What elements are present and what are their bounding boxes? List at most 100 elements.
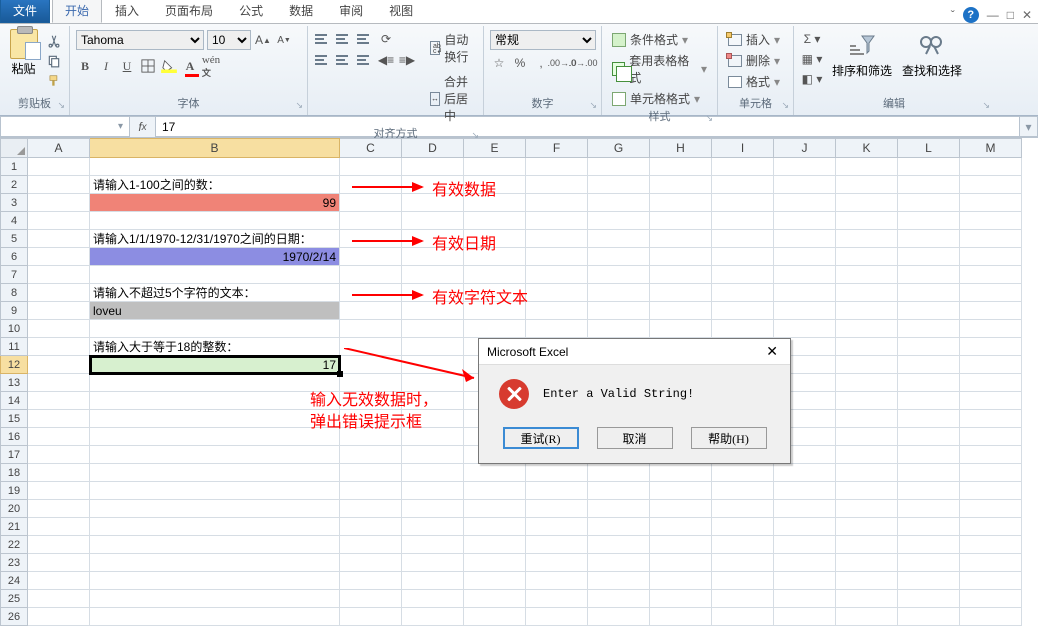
cell-B25[interactable] (90, 590, 340, 608)
percent-format-button[interactable]: % (511, 54, 529, 72)
cell-C4[interactable] (340, 212, 402, 230)
cell-L25[interactable] (898, 590, 960, 608)
retry-button[interactable]: 重试(R) (503, 427, 579, 449)
cell-F5[interactable] (526, 230, 588, 248)
tab-review[interactable]: 审阅 (326, 0, 376, 23)
cell-M17[interactable] (960, 446, 1022, 464)
cell-B4[interactable] (90, 212, 340, 230)
fx-icon[interactable]: fx (130, 116, 156, 137)
row-header-22[interactable]: 22 (0, 536, 28, 554)
cell-H4[interactable] (650, 212, 712, 230)
row-header-6[interactable]: 6 (0, 248, 28, 266)
row-header-26[interactable]: 26 (0, 608, 28, 626)
cell-M22[interactable] (960, 536, 1022, 554)
cell-G4[interactable] (588, 212, 650, 230)
cell-G26[interactable] (588, 608, 650, 626)
cell-K23[interactable] (836, 554, 898, 572)
cell-K25[interactable] (836, 590, 898, 608)
cell-F23[interactable] (526, 554, 588, 572)
help-button[interactable]: 帮助(H) (691, 427, 767, 449)
cell-F2[interactable] (526, 176, 588, 194)
cell-K21[interactable] (836, 518, 898, 536)
fill-button[interactable]: ▦ ▾ (800, 50, 824, 68)
cell-M7[interactable] (960, 266, 1022, 284)
cell-H21[interactable] (650, 518, 712, 536)
row-header-25[interactable]: 25 (0, 590, 28, 608)
format-as-table-button[interactable]: 套用表格格式▾ (608, 51, 711, 87)
row-header-4[interactable]: 4 (0, 212, 28, 230)
number-format-select[interactable]: 常规 (490, 30, 596, 50)
cell-H8[interactable] (650, 284, 712, 302)
cell-D1[interactable] (402, 158, 464, 176)
cell-M24[interactable] (960, 572, 1022, 590)
cell-H3[interactable] (650, 194, 712, 212)
cell-M3[interactable] (960, 194, 1022, 212)
tab-page-layout[interactable]: 页面布局 (152, 0, 226, 23)
cell-J19[interactable] (774, 482, 836, 500)
cell-J1[interactable] (774, 158, 836, 176)
cell-J22[interactable] (774, 536, 836, 554)
copy-button[interactable] (45, 52, 63, 70)
cell-B12[interactable]: 17 (90, 356, 340, 374)
cell-C3[interactable] (340, 194, 402, 212)
cell-L13[interactable] (898, 374, 960, 392)
format-painter-button[interactable] (45, 72, 63, 90)
ribbon-minimize-icon[interactable]: ˇ (951, 8, 955, 22)
cell-L19[interactable] (898, 482, 960, 500)
cell-A15[interactable] (28, 410, 90, 428)
cell-E22[interactable] (464, 536, 526, 554)
cell-K13[interactable] (836, 374, 898, 392)
cell-K22[interactable] (836, 536, 898, 554)
cell-M25[interactable] (960, 590, 1022, 608)
col-header-D[interactable]: D (402, 138, 464, 158)
cell-I22[interactable] (712, 536, 774, 554)
row-header-23[interactable]: 23 (0, 554, 28, 572)
cell-G19[interactable] (588, 482, 650, 500)
find-select-button[interactable]: 查找和选择 (900, 30, 964, 81)
cell-G8[interactable] (588, 284, 650, 302)
cell-L23[interactable] (898, 554, 960, 572)
cell-L2[interactable] (898, 176, 960, 194)
cell-D4[interactable] (402, 212, 464, 230)
cell-A12[interactable] (28, 356, 90, 374)
font-color-button[interactable]: A (181, 57, 199, 75)
cell-F6[interactable] (526, 248, 588, 266)
window-restore-icon[interactable]: □ (1007, 8, 1014, 22)
cell-G6[interactable] (588, 248, 650, 266)
cell-J5[interactable] (774, 230, 836, 248)
cell-F26[interactable] (526, 608, 588, 626)
cell-B13[interactable] (90, 374, 340, 392)
cell-L12[interactable] (898, 356, 960, 374)
cell-G20[interactable] (588, 500, 650, 518)
cell-M11[interactable] (960, 338, 1022, 356)
row-header-13[interactable]: 13 (0, 374, 28, 392)
cell-M16[interactable] (960, 428, 1022, 446)
cell-L21[interactable] (898, 518, 960, 536)
col-header-B[interactable]: B (90, 138, 340, 158)
cell-A8[interactable] (28, 284, 90, 302)
cell-H26[interactable] (650, 608, 712, 626)
align-center-button[interactable] (335, 51, 353, 69)
cell-A10[interactable] (28, 320, 90, 338)
insert-cells-button[interactable]: 插入▾ (724, 30, 784, 49)
cell-H1[interactable] (650, 158, 712, 176)
tab-data[interactable]: 数据 (276, 0, 326, 23)
cell-A25[interactable] (28, 590, 90, 608)
cell-I23[interactable] (712, 554, 774, 572)
cell-F20[interactable] (526, 500, 588, 518)
cell-H5[interactable] (650, 230, 712, 248)
cell-E19[interactable] (464, 482, 526, 500)
cell-F3[interactable] (526, 194, 588, 212)
cell-B18[interactable] (90, 464, 340, 482)
cell-I3[interactable] (712, 194, 774, 212)
cell-H23[interactable] (650, 554, 712, 572)
cell-G3[interactable] (588, 194, 650, 212)
cell-K16[interactable] (836, 428, 898, 446)
cell-C9[interactable] (340, 302, 402, 320)
cell-K26[interactable] (836, 608, 898, 626)
cell-K20[interactable] (836, 500, 898, 518)
row-header-12[interactable]: 12 (0, 356, 28, 374)
cell-I18[interactable] (712, 464, 774, 482)
cell-I6[interactable] (712, 248, 774, 266)
cell-H18[interactable] (650, 464, 712, 482)
